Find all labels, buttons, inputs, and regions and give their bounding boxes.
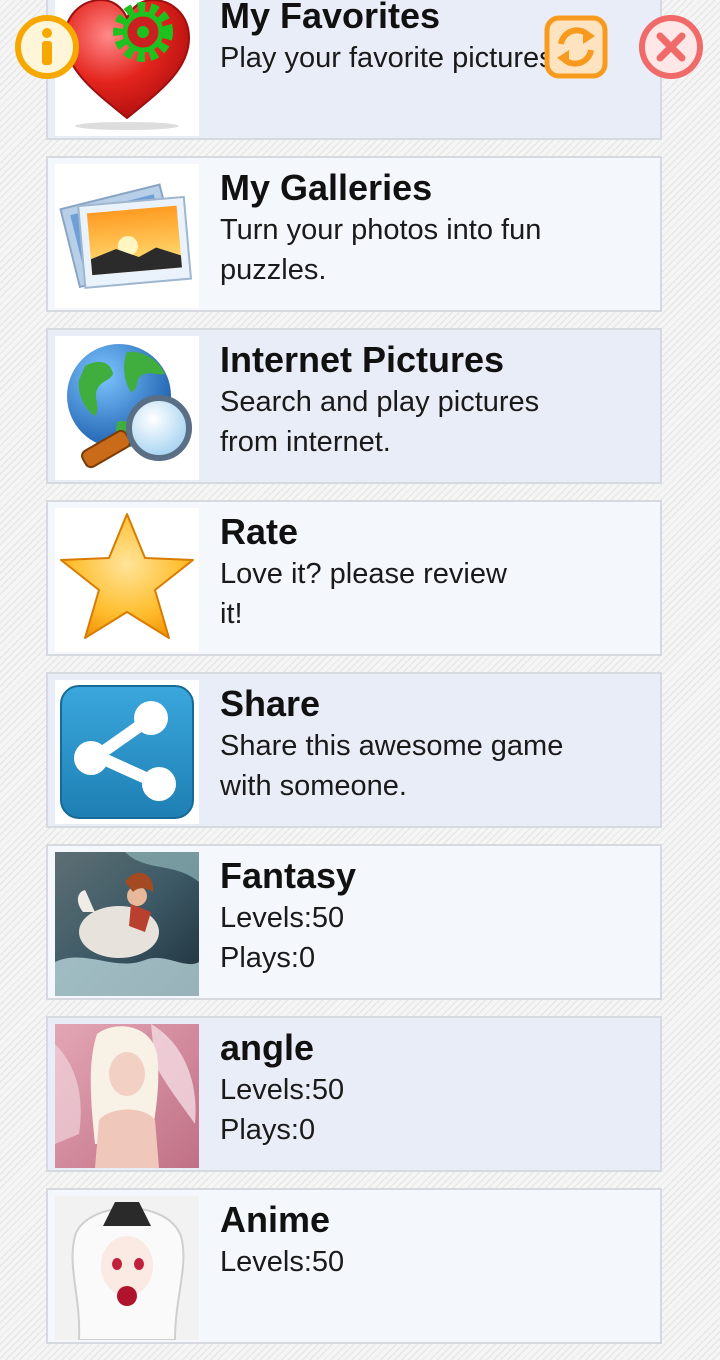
menu-item-title: Rate <box>220 511 299 552</box>
puzzle-title: Fantasy <box>220 855 357 896</box>
puzzle-levels: Levels:50 <box>220 1246 345 1278</box>
refresh-icon <box>544 15 608 79</box>
description-line: Share this awesome game <box>220 730 564 762</box>
puzzle-stats: Levels:50 Plays:0 <box>220 898 652 978</box>
menu-item-description: Love it? please review it! <box>220 554 652 634</box>
menu-item-internet-pictures[interactable]: Internet Pictures Search and play pictur… <box>46 328 662 484</box>
puzzle-levels: Levels:50 <box>220 1074 345 1106</box>
description-line: Search and play pictures <box>220 386 540 418</box>
info-button[interactable] <box>14 14 80 80</box>
puzzle-plays: Plays:0 <box>220 1114 316 1146</box>
puzzle-item-fantasy[interactable]: Fantasy Levels:50 Plays:0 <box>46 844 662 1000</box>
puzzle-stats: Levels:50 <box>220 1242 652 1282</box>
anime-thumbnail <box>55 1196 199 1340</box>
photo-gallery-icon <box>55 164 199 308</box>
puzzle-title: angle <box>220 1027 315 1068</box>
description-line: from internet. <box>220 426 391 458</box>
puzzle-levels: Levels:50 <box>220 902 345 934</box>
star-icon <box>55 508 199 652</box>
menu-item-description: Turn your photos into fun puzzles. <box>220 210 652 290</box>
puzzle-title: Anime <box>220 1199 331 1240</box>
puzzle-item-angle[interactable]: angle Levels:50 Plays:0 <box>46 1016 662 1172</box>
description-line: with someone. <box>220 770 407 802</box>
refresh-button[interactable] <box>543 14 609 80</box>
description-line: Love it? please review <box>220 558 507 590</box>
puzzle-plays: Plays:0 <box>220 942 316 974</box>
menu-item-my-galleries[interactable]: My Galleries Turn your photos into fun p… <box>46 156 662 312</box>
menu-item-share[interactable]: Share Share this awesome game with someo… <box>46 672 662 828</box>
menu-item-description: Share this awesome game with someone. <box>220 726 652 806</box>
menu-item-title: Internet Pictures <box>220 339 505 380</box>
puzzle-stats: Levels:50 Plays:0 <box>220 1070 652 1150</box>
menu-item-title: Share <box>220 683 321 724</box>
description-line: puzzles. <box>220 254 327 286</box>
info-icon <box>15 15 79 79</box>
description-line: it! <box>220 598 243 630</box>
menu-item-title: My Galleries <box>220 167 433 208</box>
menu-list: My Favorites Play your favorite pictures… <box>46 0 662 1360</box>
puzzle-item-anime[interactable]: Anime Levels:50 <box>46 1188 662 1344</box>
menu-item-rate[interactable]: Rate Love it? please review it! <box>46 500 662 656</box>
close-button[interactable] <box>638 14 704 80</box>
close-icon <box>639 15 703 79</box>
menu-item-description: Search and play pictures from internet. <box>220 382 652 462</box>
description-line: Turn your photos into fun <box>220 214 542 246</box>
share-icon <box>55 680 199 824</box>
fantasy-thumbnail <box>55 852 199 996</box>
angel-thumbnail <box>55 1024 199 1168</box>
globe-search-icon <box>55 336 199 480</box>
